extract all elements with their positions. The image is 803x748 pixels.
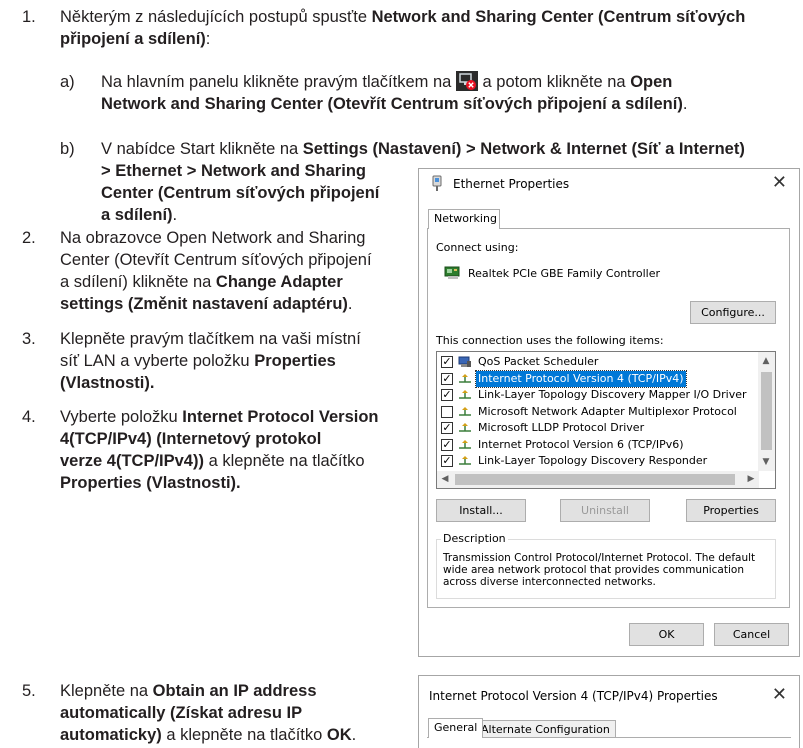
tab-networking[interactable]: Networking: [428, 209, 500, 229]
close-icon[interactable]: ✕: [772, 172, 787, 193]
scroll-left-icon[interactable]: ◀: [437, 474, 453, 484]
vertical-scrollbar[interactable]: ▲ ▼: [758, 352, 775, 471]
connection-item-label: QoS Packet Scheduler: [478, 355, 599, 368]
cancel-button[interactable]: Cancel: [714, 623, 789, 646]
item-checkbox[interactable]: ✓: [441, 389, 453, 401]
scroll-right-icon[interactable]: ▶: [743, 474, 759, 484]
network-protocol-icon: [458, 439, 472, 451]
scroll-down-icon[interactable]: ▼: [758, 457, 774, 467]
description-text: Transmission Control Protocol/Internet P…: [443, 552, 756, 588]
step-2-number: 2.: [22, 229, 36, 247]
step-1-number: 1.: [22, 8, 36, 26]
connection-items-list: ✓ QoS Packet Scheduler ✓ Internet Protocol …: [436, 351, 776, 489]
step-1a-text: Na hlavním panelu klikněte pravým tlačít…: [101, 71, 688, 113]
description-groupbox: Description Transmission Control Protoco…: [436, 532, 776, 599]
step-1-text: Některým z následujících postupů spusťte…: [60, 8, 746, 48]
step-3-number: 3.: [22, 330, 36, 348]
step-3-text: Klepněte pravým tlačítkem na vaši místní…: [60, 330, 361, 392]
dialog-title: Ethernet Properties: [453, 177, 570, 191]
item-checkbox[interactable]: ✓: [441, 422, 453, 434]
network-protocol-icon: [458, 455, 472, 467]
connection-item-label: Internet Protocol Version 6 (TCP/IPv6): [478, 437, 684, 451]
ipv4-properties-dialog: Internet Protocol Version 4 (TCP/IPv4) P…: [418, 675, 800, 748]
scroll-thumb[interactable]: [761, 372, 772, 450]
scroll-up-icon[interactable]: ▲: [758, 356, 774, 366]
step-1b-letter: b): [60, 140, 75, 158]
adapter-name: Realtek PCIe GBE Family Controller: [468, 267, 661, 280]
item-checkbox[interactable]: [441, 405, 453, 418]
network-protocol-icon: [458, 406, 472, 418]
step-1a-letter: a): [60, 73, 75, 91]
item-checkbox[interactable]: ✓: [441, 372, 453, 385]
step-1b-line1: V nabídce Start klikněte na Settings (Na…: [101, 140, 745, 158]
step-5-text: Klepněte na Obtain an IP address automat…: [60, 682, 357, 744]
configure-button[interactable]: Configure...: [690, 301, 776, 324]
ipv4-dialog-title: Internet Protocol Version 4 (TCP/IPv4) P…: [429, 689, 718, 703]
network-adapter-icon: [430, 175, 444, 195]
networking-tab-panel: Connect using: Realtek PCIe GBE Family C…: [427, 228, 790, 608]
step-4-text: Vyberte položku Internet Protocol Versio…: [60, 408, 379, 492]
connection-item-label: Internet Protocol Version 4 (TCP/IPv4): [475, 369, 687, 388]
step-2-text: Na obrazovce Open Network and Sharing Ce…: [60, 229, 372, 313]
network-protocol-icon: [458, 389, 472, 401]
network-card-icon: [444, 265, 462, 284]
connection-item-label: Microsoft LLDP Protocol Driver: [478, 421, 645, 434]
ethernet-properties-dialog: Ethernet Properties ✕ Networking Connect…: [418, 168, 800, 657]
item-checkbox[interactable]: ✓: [441, 438, 453, 451]
network-protocol-icon: [458, 422, 472, 434]
connection-item-label: Link-Layer Topology Discovery Responder: [478, 454, 708, 467]
connection-item-label: Microsoft Network Adapter Multiplexor Pr…: [478, 404, 737, 418]
qos-scheduler-icon: [458, 356, 472, 368]
properties-button[interactable]: Properties: [686, 499, 776, 522]
ipv4-close-icon[interactable]: ✕: [772, 684, 787, 705]
step-4-number: 4.: [22, 408, 36, 426]
connect-using-label: Connect using:: [436, 241, 519, 254]
network-tray-icon: [455, 71, 478, 91]
step-5-number: 5.: [22, 682, 36, 700]
connection-item-label: Link-Layer Topology Discovery Mapper I/O…: [478, 388, 747, 401]
uninstall-button[interactable]: Uninstall: [560, 499, 650, 522]
hscroll-thumb[interactable]: [455, 474, 735, 485]
items-label: This connection uses the following items…: [436, 334, 664, 347]
tab-general[interactable]: General: [428, 718, 484, 738]
network-protocol-icon: [458, 373, 472, 385]
install-button[interactable]: Install...: [436, 499, 526, 522]
ipv4-dialog-titlebar[interactable]: Internet Protocol Version 4 (TCP/IPv4) P…: [419, 676, 799, 706]
tab-alternate-configuration[interactable]: Alternate Configuration: [475, 720, 616, 738]
item-checkbox[interactable]: ✓: [441, 356, 453, 368]
horizontal-scrollbar[interactable]: ◀ ▶: [437, 471, 759, 488]
item-checkbox[interactable]: ✓: [441, 455, 453, 467]
step-1b-continued: > Ethernet > Network and Sharing Center …: [101, 162, 380, 224]
dialog-titlebar[interactable]: Ethernet Properties ✕: [419, 169, 799, 199]
ok-button[interactable]: OK: [629, 623, 704, 646]
description-label: Description: [441, 532, 508, 545]
adapter-box: Realtek PCIe GBE Family Controller: [436, 257, 776, 289]
